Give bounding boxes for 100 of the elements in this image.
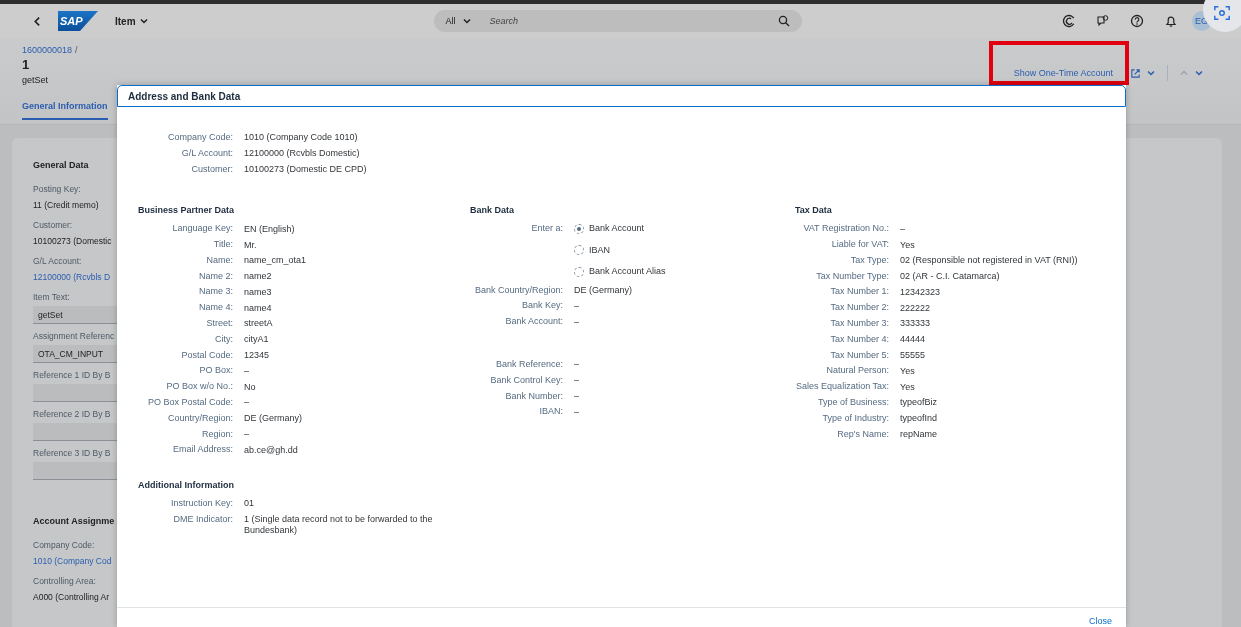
breadcrumb-link[interactable]: 1600000018 xyxy=(22,45,73,55)
field-value: – xyxy=(574,389,580,403)
field-value: – xyxy=(244,427,250,441)
help-icon[interactable] xyxy=(1129,14,1144,28)
field-value: – xyxy=(574,315,580,329)
field-label: Bank Key: xyxy=(520,299,563,313)
field-label: Tax Number 5: xyxy=(829,348,889,362)
field-value: 02 (Responsible not registered in VAT (RNI)) xyxy=(900,254,1078,268)
input-field[interactable] xyxy=(33,384,117,402)
show-one-time-account-link[interactable]: Show One-Time Account xyxy=(1013,68,1113,78)
field-value-link[interactable]: 12100000 (Rcvbls D xyxy=(33,272,117,282)
radio-label[interactable]: Bank Account Alias xyxy=(589,263,666,280)
section-title: Business Partner Data xyxy=(138,205,236,216)
field-value: Yes xyxy=(900,238,916,252)
field-value: 02 (AR - C.I. Catamarca) xyxy=(900,270,1001,284)
field-label: Bank Number: xyxy=(504,389,563,403)
field-label: Type of Business: xyxy=(816,395,889,409)
field-label: PO Box: xyxy=(198,364,233,378)
field-label: Controlling Area: xyxy=(33,576,97,586)
search-icon[interactable] xyxy=(777,15,790,27)
field-label: Tax Number Type: xyxy=(815,269,889,283)
search-field[interactable]: All Search xyxy=(433,10,802,32)
field-value: 1 (Single data record not to be forwarded to the Bundesbank) xyxy=(244,513,434,538)
field-value: Yes xyxy=(900,364,916,378)
search-scope-select[interactable]: All xyxy=(445,16,472,26)
caret-icon xyxy=(138,16,149,26)
input-field[interactable]: getSet xyxy=(33,306,117,324)
field-value: 12100000 (Rcvbls Domestic) xyxy=(244,147,361,161)
field-value: 12345 xyxy=(244,349,271,362)
bell-icon[interactable] xyxy=(1163,14,1178,28)
input-field[interactable]: OTA_CM_INPUT xyxy=(33,345,117,363)
field-value: – xyxy=(244,396,250,410)
field-value: 1010 (Company Code 1010) xyxy=(244,131,359,145)
field-label: Item Text: xyxy=(33,292,71,302)
field-value: streetA xyxy=(244,317,274,331)
dialog-title: Address and Bank Data xyxy=(128,90,241,102)
close-button[interactable]: Close xyxy=(1089,616,1112,627)
field-value: 55555 xyxy=(900,349,927,362)
breadcrumb-separator: / xyxy=(75,45,78,55)
logo[interactable]: SAP xyxy=(58,11,98,31)
field-label: Instruction Key: xyxy=(169,497,233,511)
field-value-link[interactable]: 1010 (Company Cod xyxy=(33,556,117,566)
caret-icon[interactable] xyxy=(1146,68,1156,78)
field-label: G/L Account: xyxy=(180,146,233,160)
field-label: Postal Code: xyxy=(180,348,233,362)
field-label: Customer: xyxy=(33,220,74,230)
field-value: name3 xyxy=(244,285,273,299)
field-value: 333333 xyxy=(900,317,932,331)
field-value: ab.ce@gh.dd xyxy=(244,443,299,457)
scan-frame-icon xyxy=(1213,4,1231,22)
field-label: G/L Account: xyxy=(33,256,83,266)
section-title: Tax Data xyxy=(795,205,833,216)
field-label: PO Box w/o No.: xyxy=(165,380,233,394)
field-value: name4 xyxy=(244,301,273,315)
tab[interactable]: General Information xyxy=(22,101,108,120)
field-value: 222222 xyxy=(900,301,932,315)
field-value: Mr. xyxy=(244,238,258,252)
field-label: Sales Equalization Tax: xyxy=(795,380,889,394)
field-label: Email Address: xyxy=(171,443,233,457)
field-label: Bank Control Key: xyxy=(489,373,563,387)
field-label: Bank Country/Region: xyxy=(473,283,563,297)
field-value: 10100273 (Domestic DE CPD) xyxy=(244,162,368,176)
field-label: Company Code: xyxy=(33,540,96,550)
field-label: Tax Number 4: xyxy=(829,332,889,346)
field-label: Name: xyxy=(205,253,233,267)
field-label: Title: xyxy=(212,238,233,252)
section-title: General Data xyxy=(33,160,90,170)
field-label: Name 2: xyxy=(198,269,233,283)
field-value: cityA1 xyxy=(244,333,270,347)
field-value: 10100273 (Domestic xyxy=(33,236,113,246)
input-field[interactable] xyxy=(33,423,117,441)
field-value: No xyxy=(244,380,257,394)
field-value: Yes xyxy=(900,380,916,394)
radio-label[interactable]: IBAN xyxy=(589,242,610,259)
field-label: Posting Key: xyxy=(33,184,82,194)
field-value: 11 (Credit memo) xyxy=(33,200,100,210)
share-icon[interactable] xyxy=(1130,67,1141,79)
section-title: Account Assignme xyxy=(33,516,116,526)
field-value: – xyxy=(244,364,250,378)
field-label: Liable for VAT: xyxy=(830,238,889,252)
input-field[interactable] xyxy=(33,462,117,480)
field-label: Region: xyxy=(200,427,233,441)
field-label: PO Box Postal Code: xyxy=(146,395,233,409)
field-label: VAT Registration No.: xyxy=(802,222,889,236)
field-label: Enter a: xyxy=(530,222,563,236)
chat-icon[interactable] xyxy=(1095,14,1110,28)
caret-icon xyxy=(461,16,472,26)
field-value: – xyxy=(574,405,580,419)
field-label: Street: xyxy=(205,317,233,331)
field-label: Type of Industry: xyxy=(821,411,889,425)
field-label: IBAN: xyxy=(538,405,563,419)
radio-label[interactable]: Bank Account xyxy=(589,221,645,238)
chevron-down-icon[interactable] xyxy=(1194,68,1204,78)
field-label: Tax Number 3: xyxy=(829,317,889,331)
field-value: 44444 xyxy=(900,333,927,347)
field-label: Reference 2 ID By B xyxy=(33,409,112,419)
page-title: 1 xyxy=(22,57,31,72)
field-label: Company Code: xyxy=(166,131,233,144)
field-value: name_cm_ota1 xyxy=(244,254,308,268)
app-title-menu[interactable]: Item xyxy=(115,15,149,27)
